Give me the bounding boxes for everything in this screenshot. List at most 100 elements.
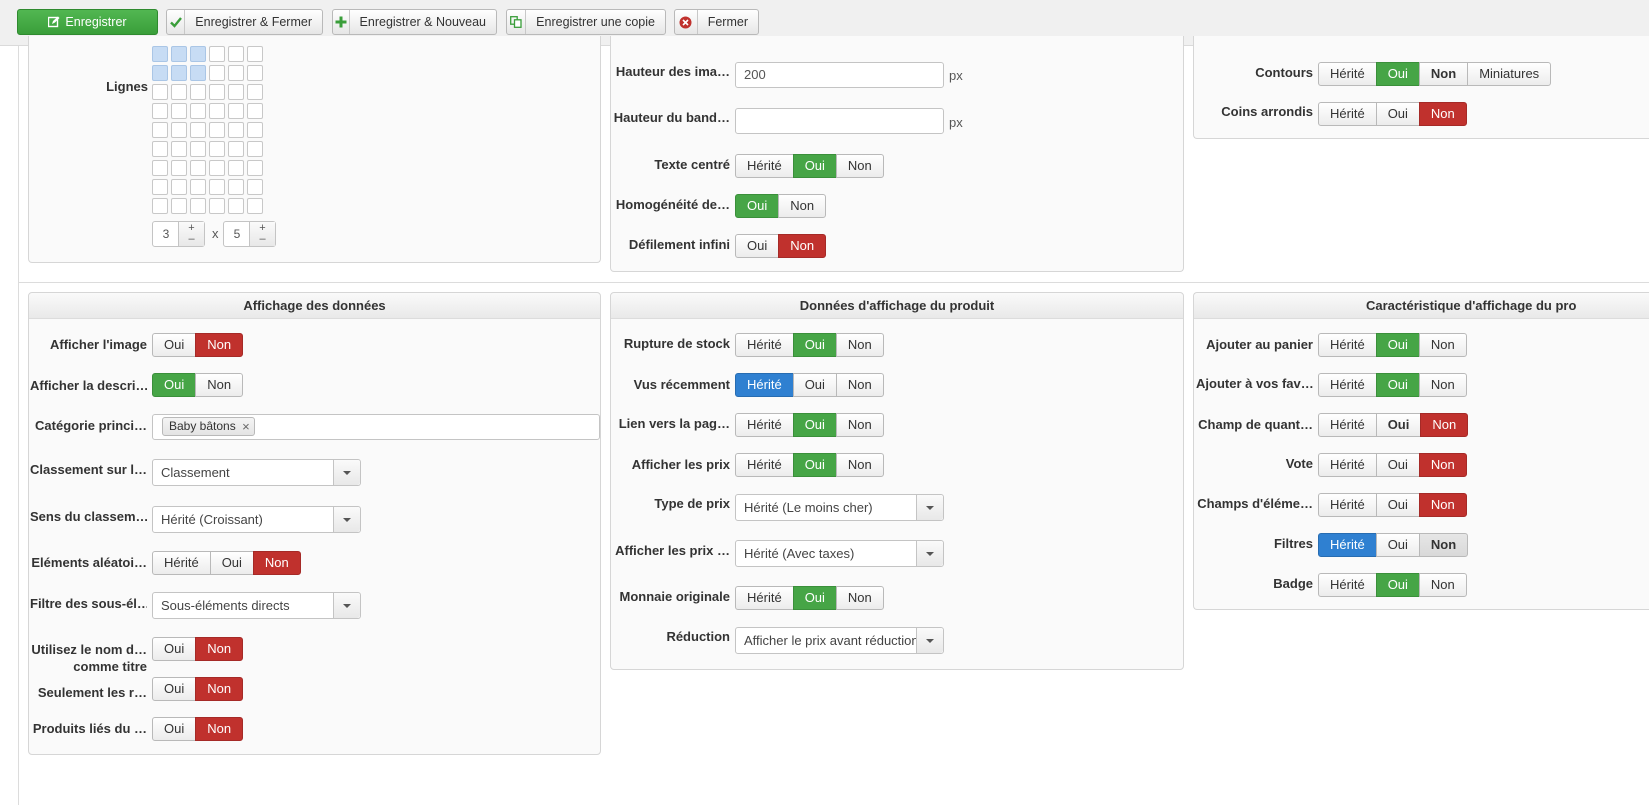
save-button[interactable]: Enregistrer <box>17 9 158 35</box>
option-no[interactable]: Non <box>778 234 827 258</box>
grid-cell[interactable] <box>209 65 225 81</box>
grid-cell[interactable] <box>171 122 187 138</box>
option-no[interactable]: Non <box>195 637 244 661</box>
option-inherited[interactable]: Hérité <box>735 373 794 397</box>
option-no[interactable]: Non <box>252 551 301 575</box>
grid-cell[interactable] <box>152 46 168 62</box>
grid-cell[interactable] <box>190 179 206 195</box>
option-inherited[interactable]: Hérité <box>1318 533 1377 557</box>
option-yes[interactable]: Oui <box>152 333 197 357</box>
grid-cell[interactable] <box>152 179 168 195</box>
grid-cell[interactable] <box>209 46 225 62</box>
grid-cell[interactable] <box>190 65 206 81</box>
rows-plus-minus[interactable]: + – <box>249 222 275 246</box>
grid-cell[interactable] <box>190 84 206 100</box>
option-no[interactable]: Non <box>195 373 244 397</box>
option-inherited[interactable]: Hérité <box>1318 62 1377 86</box>
grid-cell[interactable] <box>171 65 187 81</box>
grid-cell[interactable] <box>228 160 244 176</box>
grid-cell[interactable] <box>228 198 244 214</box>
grid-cell[interactable] <box>209 141 225 157</box>
main-category-field[interactable]: Baby bâtons × <box>152 414 600 440</box>
grid-cell[interactable] <box>247 122 263 138</box>
grid-cell[interactable] <box>171 141 187 157</box>
option-no[interactable]: Non <box>1418 333 1467 357</box>
cols-plus-minus[interactable]: + – <box>178 222 204 246</box>
grid-cell[interactable] <box>190 141 206 157</box>
grid-cell[interactable] <box>247 179 263 195</box>
remove-tag-icon[interactable]: × <box>242 418 250 435</box>
option-inherited[interactable]: Hérité <box>1318 413 1377 437</box>
option-yes[interactable]: Oui <box>1375 413 1422 437</box>
grid-cell[interactable] <box>247 141 263 157</box>
close-button[interactable]: Fermer <box>674 9 759 35</box>
option-yes[interactable]: Oui <box>792 586 837 610</box>
option-no[interactable]: Non <box>1420 413 1469 437</box>
option-no[interactable]: Non <box>195 677 244 701</box>
grid-cell[interactable] <box>152 122 168 138</box>
grid-cell[interactable] <box>190 103 206 119</box>
grid-cell[interactable] <box>171 46 187 62</box>
option-yes[interactable]: Oui <box>1375 453 1420 477</box>
grid-cell[interactable] <box>247 103 263 119</box>
grid-cell[interactable] <box>190 46 206 62</box>
grid-cell[interactable] <box>247 84 263 100</box>
grid-cell[interactable] <box>152 160 168 176</box>
option-inherited[interactable]: Hérité <box>735 333 794 357</box>
grid-cell[interactable] <box>228 84 244 100</box>
grid-cell[interactable] <box>152 103 168 119</box>
option-inherited[interactable]: Hérité <box>1318 373 1377 397</box>
grid-cell[interactable] <box>247 160 263 176</box>
option-no[interactable]: Non <box>835 413 884 437</box>
rows-stepper[interactable]: 5 + – <box>223 221 276 247</box>
grid-cell[interactable] <box>209 160 225 176</box>
grid-cell[interactable] <box>171 198 187 214</box>
option-yes[interactable]: Oui <box>735 234 780 258</box>
option-yes[interactable]: Oui <box>792 453 837 477</box>
grid-cell[interactable] <box>209 122 225 138</box>
option-no[interactable]: Non <box>1418 102 1467 126</box>
save-copy-button[interactable]: Enregistrer une copie <box>506 9 666 35</box>
option-no[interactable]: Non <box>835 586 884 610</box>
grid-cell[interactable] <box>190 122 206 138</box>
grid-cell[interactable] <box>209 179 225 195</box>
grid-cell[interactable] <box>171 160 187 176</box>
grid-cell[interactable] <box>152 198 168 214</box>
grid-cell[interactable] <box>152 141 168 157</box>
option-yes[interactable]: Oui <box>152 677 197 701</box>
image-height-input[interactable]: 200 <box>735 62 944 88</box>
grid-cell[interactable] <box>247 46 263 62</box>
grid-cell[interactable] <box>209 103 225 119</box>
option-yes[interactable]: Oui <box>1375 333 1420 357</box>
grid-cell[interactable] <box>171 179 187 195</box>
option-no[interactable]: Non <box>1418 533 1469 557</box>
option-yes[interactable]: Oui <box>1375 493 1420 517</box>
grid-cell[interactable] <box>152 65 168 81</box>
save-close-button[interactable]: Enregistrer & Fermer <box>166 9 323 35</box>
grid-cell[interactable] <box>247 198 263 214</box>
option-yes[interactable]: Oui <box>792 154 837 178</box>
option-yes[interactable]: Oui <box>209 551 254 575</box>
grid-cell[interactable] <box>171 84 187 100</box>
option-yes[interactable]: Oui <box>152 373 197 397</box>
option-inherited[interactable]: Hérité <box>735 586 794 610</box>
option-inherited[interactable]: Hérité <box>735 413 794 437</box>
subitem-filter-select[interactable]: Sous-éléments directs <box>152 592 361 619</box>
grid-cell[interactable] <box>228 179 244 195</box>
banner-height-input[interactable] <box>735 108 944 134</box>
option-yes[interactable]: Oui <box>152 717 197 741</box>
grid-cell[interactable] <box>190 198 206 214</box>
grid-cell[interactable] <box>209 198 225 214</box>
option-inherited[interactable]: Hérité <box>1318 102 1377 126</box>
option-yes[interactable]: Oui <box>735 194 780 218</box>
option-no[interactable]: Non <box>1418 453 1467 477</box>
save-new-button[interactable]: Enregistrer & Nouveau <box>332 9 497 35</box>
cols-stepper[interactable]: 3 + – <box>152 221 205 247</box>
option-no[interactable]: Non <box>195 333 244 357</box>
option-yes[interactable]: Oui <box>792 333 837 357</box>
sort-on-select[interactable]: Classement <box>152 459 361 486</box>
grid-cell[interactable] <box>228 122 244 138</box>
option-inherited[interactable]: Hérité <box>1318 493 1377 517</box>
option-inherited[interactable]: Hérité <box>1318 453 1377 477</box>
option-no[interactable]: Non <box>195 717 244 741</box>
